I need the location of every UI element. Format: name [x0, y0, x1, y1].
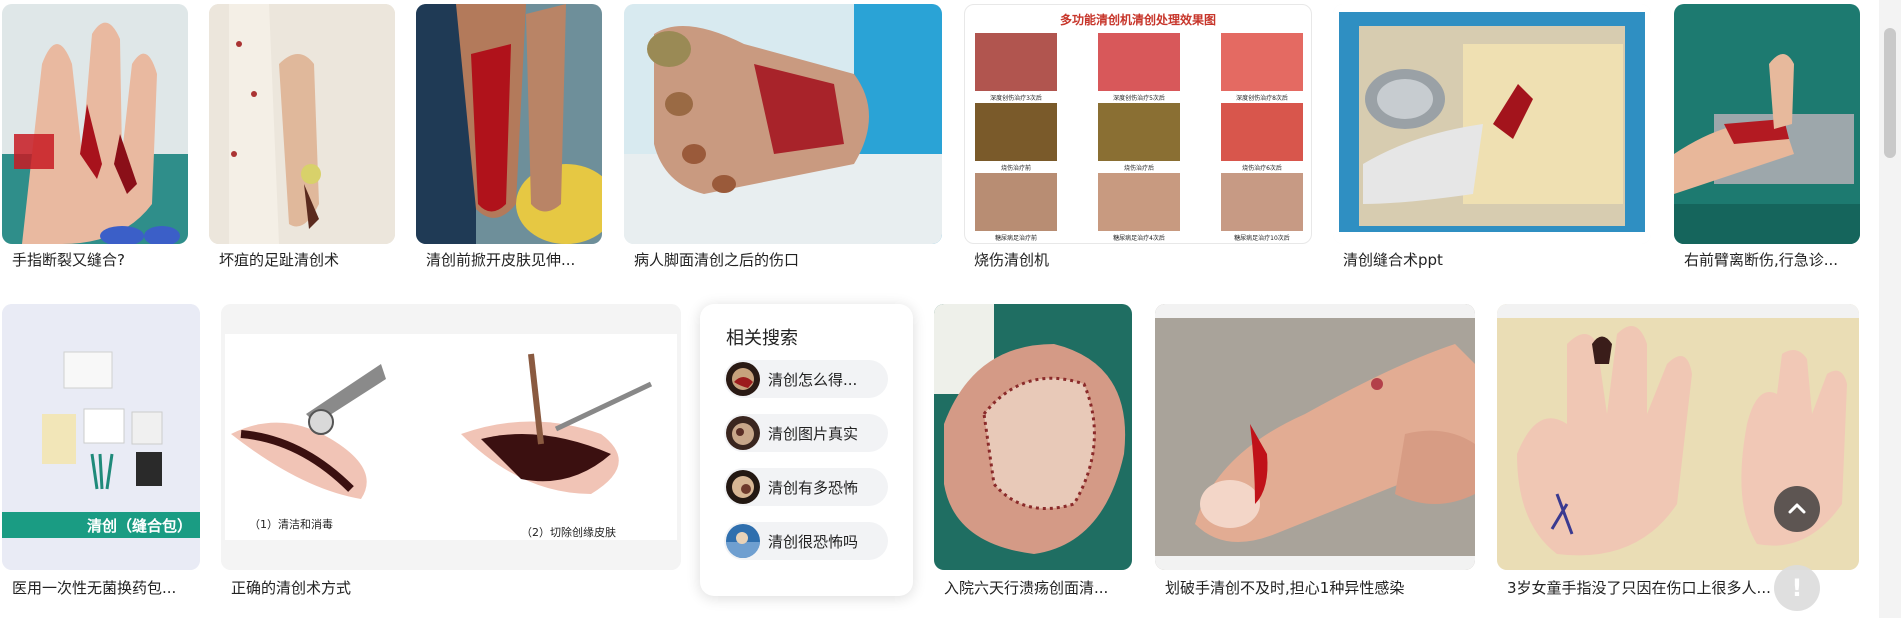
- related-search-label[interactable]: 清创怎么得...: [768, 369, 857, 390]
- result-image[interactable]: （1）清洁和消毒 （2）切除创缘皮肤: [221, 304, 681, 570]
- result-image[interactable]: 清创（缝合包）: [2, 304, 200, 570]
- result-caption[interactable]: 右前臂离断伤,行急诊...: [1684, 250, 1854, 270]
- result-card[interactable]: 病人脚面清创之后的伤口: [624, 4, 942, 274]
- result-caption[interactable]: 划破手清创不及时,担心1种异性感染: [1165, 578, 1469, 598]
- feedback-button[interactable]: !: [1774, 565, 1820, 611]
- related-search-thumb: [726, 470, 760, 504]
- result-caption[interactable]: 入院六天行溃疡创面清...: [944, 578, 1126, 598]
- result-card[interactable]: （1）清洁和消毒 （2）切除创缘皮肤 正确的清创术方式: [221, 304, 681, 604]
- image-banner: 清创（缝合包）: [86, 517, 192, 535]
- related-searches-title: 相关搜索: [726, 328, 798, 349]
- related-search-thumb: [726, 524, 760, 558]
- result-caption[interactable]: 清创缝合术ppt: [1343, 250, 1645, 270]
- chevron-up-icon: [1788, 503, 1806, 514]
- related-search-chip[interactable]: 清创图片真实: [724, 414, 888, 452]
- result-image[interactable]: [934, 304, 1132, 570]
- result-image[interactable]: [624, 4, 942, 244]
- result-caption[interactable]: 医用一次性无菌换药包...: [12, 578, 194, 598]
- result-image[interactable]: [416, 4, 602, 244]
- result-image[interactable]: 多功能清创机清创处理效果图 深度创伤治疗3次后 深度创伤治疗5次后 深度创伤治疗…: [964, 4, 1312, 244]
- result-card[interactable]: 清创（缝合包） 医用一次性无菌换药包...: [2, 304, 200, 604]
- result-caption[interactable]: 坏疽的足趾清创术: [219, 250, 389, 270]
- related-search-chip[interactable]: 清创很恐怖吗: [724, 522, 888, 560]
- result-caption[interactable]: 正确的清创术方式: [231, 578, 675, 598]
- image-label: 深度创伤治疗3次后: [990, 95, 1042, 102]
- result-card[interactable]: 坏疽的足趾清创术: [209, 4, 395, 274]
- result-image[interactable]: [209, 4, 395, 244]
- scrollbar-thumb[interactable]: [1884, 28, 1896, 158]
- image-label: （2）切除创缘皮肤: [521, 526, 616, 539]
- image-label: 深度创伤治疗5次后: [1113, 95, 1165, 102]
- result-card[interactable]: 清创前掀开皮肤见伸...: [416, 4, 602, 274]
- result-caption[interactable]: 清创前掀开皮肤见伸...: [426, 250, 596, 270]
- image-label: （1）清洁和消毒: [249, 518, 333, 531]
- result-card[interactable]: 清创缝合术ppt: [1333, 4, 1651, 274]
- related-search-label[interactable]: 清创有多恐怖: [768, 477, 858, 498]
- image-label: 烧伤治疗前: [1000, 165, 1031, 172]
- image-label: 糖尿病足治疗10次后: [1234, 235, 1290, 242]
- result-caption[interactable]: 烧伤清创机: [974, 250, 1306, 270]
- related-search-thumb: [726, 362, 760, 396]
- image-label: 糖尿病足治疗前: [994, 235, 1037, 242]
- related-searches-panel: 相关搜索 清创怎么得... 清创图片真实 清创有多恐怖 清创很恐怖吗: [700, 304, 913, 596]
- result-card[interactable]: 手指断裂又缝合?: [2, 4, 188, 274]
- vertical-scrollbar[interactable]: [1879, 0, 1901, 618]
- related-search-thumb: [726, 416, 760, 450]
- result-card[interactable]: 3岁女童手指没了只因在伤口上很多人...: [1497, 304, 1859, 604]
- related-search-label[interactable]: 清创很恐怖吗: [768, 531, 858, 552]
- result-card[interactable]: 右前臂离断伤,行急诊...: [1674, 4, 1860, 274]
- back-to-top-button[interactable]: [1774, 486, 1820, 532]
- related-search-chip[interactable]: 清创有多恐怖: [724, 468, 888, 506]
- related-search-label[interactable]: 清创图片真实: [768, 423, 858, 444]
- image-label: 糖尿病足治疗4次后: [1113, 235, 1165, 242]
- image-label: 烧伤治疗6次后: [1242, 165, 1282, 172]
- result-card[interactable]: 多功能清创机清创处理效果图 深度创伤治疗3次后 深度创伤治疗5次后 深度创伤治疗…: [964, 4, 1312, 274]
- result-image[interactable]: [2, 4, 188, 244]
- result-image[interactable]: [1155, 304, 1475, 570]
- result-caption[interactable]: 手指断裂又缝合?: [12, 250, 182, 270]
- related-search-chip[interactable]: 清创怎么得...: [724, 360, 888, 398]
- image-label: 深度创伤治疗8次后: [1236, 95, 1288, 102]
- result-image[interactable]: [1333, 4, 1651, 244]
- result-caption[interactable]: 病人脚面清创之后的伤口: [634, 250, 936, 270]
- image-label: 烧伤治疗后: [1123, 165, 1154, 172]
- result-card[interactable]: 入院六天行溃疡创面清...: [934, 304, 1132, 604]
- result-card[interactable]: 划破手清创不及时,担心1种异性感染: [1155, 304, 1475, 604]
- result-image[interactable]: [1674, 4, 1860, 244]
- exclamation-icon: !: [1791, 574, 1803, 602]
